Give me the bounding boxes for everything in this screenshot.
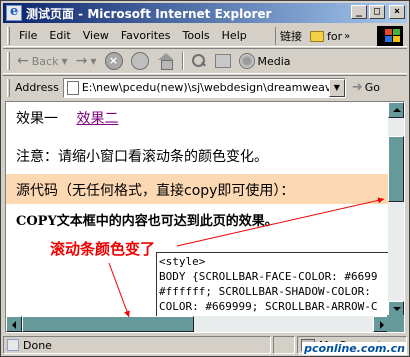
search-icon xyxy=(191,53,207,69)
effect2-link[interactable]: 效果二 xyxy=(76,111,118,127)
minimize-button[interactable]: _ xyxy=(351,5,367,19)
code-line: #ffffff; SCROLLBAR-SHADOW-COLOR: xyxy=(159,285,371,298)
ie-icon xyxy=(6,4,22,21)
status-empty xyxy=(273,336,295,354)
arrow-up-icon xyxy=(393,108,401,112)
effect-links: 效果一 效果二 xyxy=(16,108,118,128)
menu-view[interactable]: View xyxy=(77,29,115,42)
menu-bar: File Edit View Favorites Tools Help 链接 f… xyxy=(3,25,407,47)
menu-help[interactable]: Help xyxy=(216,29,253,42)
go-arrow-icon: ➜ xyxy=(351,80,363,95)
arrow-left-icon xyxy=(12,321,16,329)
windows-logo-icon xyxy=(377,26,403,46)
dropdown-arrow-icon[interactable]: ▼ xyxy=(61,57,67,66)
toolbar-separator xyxy=(181,52,184,70)
browser-window: 测试页面 - Microsoft Internet Explorer _ □ ×… xyxy=(0,0,410,357)
media-label: Media xyxy=(257,54,291,68)
toolbar-grip xyxy=(7,52,10,70)
code-line: <style> xyxy=(159,255,206,268)
menu-file[interactable]: File xyxy=(13,29,43,42)
address-label: Address xyxy=(15,81,59,94)
annotation-text: 滚动条颜色变了 xyxy=(50,240,156,258)
links-item[interactable]: for xyxy=(327,30,342,43)
note-text: 注意：请缩小窗口看滚动条的颜色变化。 xyxy=(16,149,268,165)
home-icon xyxy=(157,53,175,70)
folder-icon xyxy=(310,30,324,42)
address-grip xyxy=(7,78,10,97)
back-arrow-icon: ← xyxy=(17,53,29,69)
status-done: Done xyxy=(3,336,271,354)
copy-note: COPY文本框中的内容也可达到此页的效果。 xyxy=(16,214,278,229)
back-label: Back xyxy=(31,54,59,68)
horizontal-scrollbar[interactable] xyxy=(6,316,389,332)
window-title: 测试页面 - Microsoft Internet Explorer xyxy=(26,6,272,21)
forward-arrow-icon: → xyxy=(75,53,88,69)
menu-grip xyxy=(7,26,10,45)
stop-button[interactable]: × xyxy=(101,52,127,70)
code-textarea[interactable]: <style> BODY {SCROLLBAR-FACE-COLOR: #669… xyxy=(156,252,389,317)
title-bar[interactable]: 测试页面 - Microsoft Internet Explorer _ □ × xyxy=(3,3,407,23)
search-button[interactable] xyxy=(187,53,211,69)
scroll-left-button[interactable] xyxy=(6,316,22,332)
menu-favorites[interactable]: Favorites xyxy=(115,29,177,42)
code-line: BODY {SCROLLBAR-FACE-COLOR: #6699 xyxy=(159,270,378,283)
go-label: Go xyxy=(364,81,380,94)
arrow-down-icon xyxy=(393,307,401,311)
page-content: 效果一 效果二 注意：请缩小窗口看滚动条的颜色变化。 源代码（无任何格式，直接c… xyxy=(6,102,389,317)
favorites-button[interactable] xyxy=(211,54,235,68)
dropdown-arrow-icon[interactable]: ▼ xyxy=(90,57,96,66)
page-viewport: 效果一 效果二 注意：请缩小窗口看滚动条的颜色变化。 源代码（无任何格式，直接c… xyxy=(5,101,405,333)
watermark: pconline.com.cn xyxy=(302,342,407,355)
scroll-up-button[interactable] xyxy=(388,102,404,118)
close-button[interactable]: × xyxy=(389,5,405,19)
status-text: Done xyxy=(23,338,52,352)
links-label[interactable]: 链接 xyxy=(280,28,302,44)
home-button[interactable] xyxy=(153,53,179,70)
horizontal-scroll-thumb[interactable] xyxy=(22,316,194,332)
scrollbar-corner xyxy=(387,315,404,332)
back-button[interactable]: ← Back ▼ xyxy=(13,53,72,69)
address-bar: Address E:\new\pcedu(new)\sj\webdesign\d… xyxy=(3,75,407,99)
forward-button[interactable]: → ▼ xyxy=(72,53,101,69)
address-input[interactable]: E:\new\pcedu(new)\sj\webdesign\dreamweav… xyxy=(62,77,346,98)
address-dropdown-icon[interactable]: ▼ xyxy=(328,78,345,97)
media-button[interactable]: Media xyxy=(235,53,295,69)
menu-edit[interactable]: Edit xyxy=(43,29,76,42)
refresh-icon xyxy=(130,52,149,70)
arrow-right-icon xyxy=(380,321,384,329)
page-status-icon xyxy=(7,339,19,351)
address-value[interactable]: E:\new\pcedu(new)\sj\webdesign\dreamweav… xyxy=(82,81,332,94)
code-line: COLOR: #669999; SCROLLBAR-ARROW-C xyxy=(159,300,378,313)
effect1-label: 效果一 xyxy=(16,111,58,127)
page-icon xyxy=(66,80,79,95)
refresh-button[interactable] xyxy=(127,52,153,70)
maximize-button[interactable]: □ xyxy=(369,5,385,19)
stop-icon: × xyxy=(104,52,123,70)
go-button[interactable]: ➜ Go xyxy=(352,80,380,95)
source-label: 源代码（无任何格式，直接copy即可使用）： xyxy=(16,183,295,199)
favorites-icon xyxy=(214,54,231,68)
chevron-right-icon[interactable]: » xyxy=(344,31,350,42)
standard-toolbar: ← Back ▼ → ▼ × Media xyxy=(3,48,407,74)
media-icon xyxy=(238,53,255,69)
links-bar: 链接 for » xyxy=(275,27,350,45)
menu-tools[interactable]: Tools xyxy=(177,29,216,42)
vertical-scroll-thumb[interactable] xyxy=(388,136,404,202)
vertical-scrollbar[interactable] xyxy=(388,102,404,317)
